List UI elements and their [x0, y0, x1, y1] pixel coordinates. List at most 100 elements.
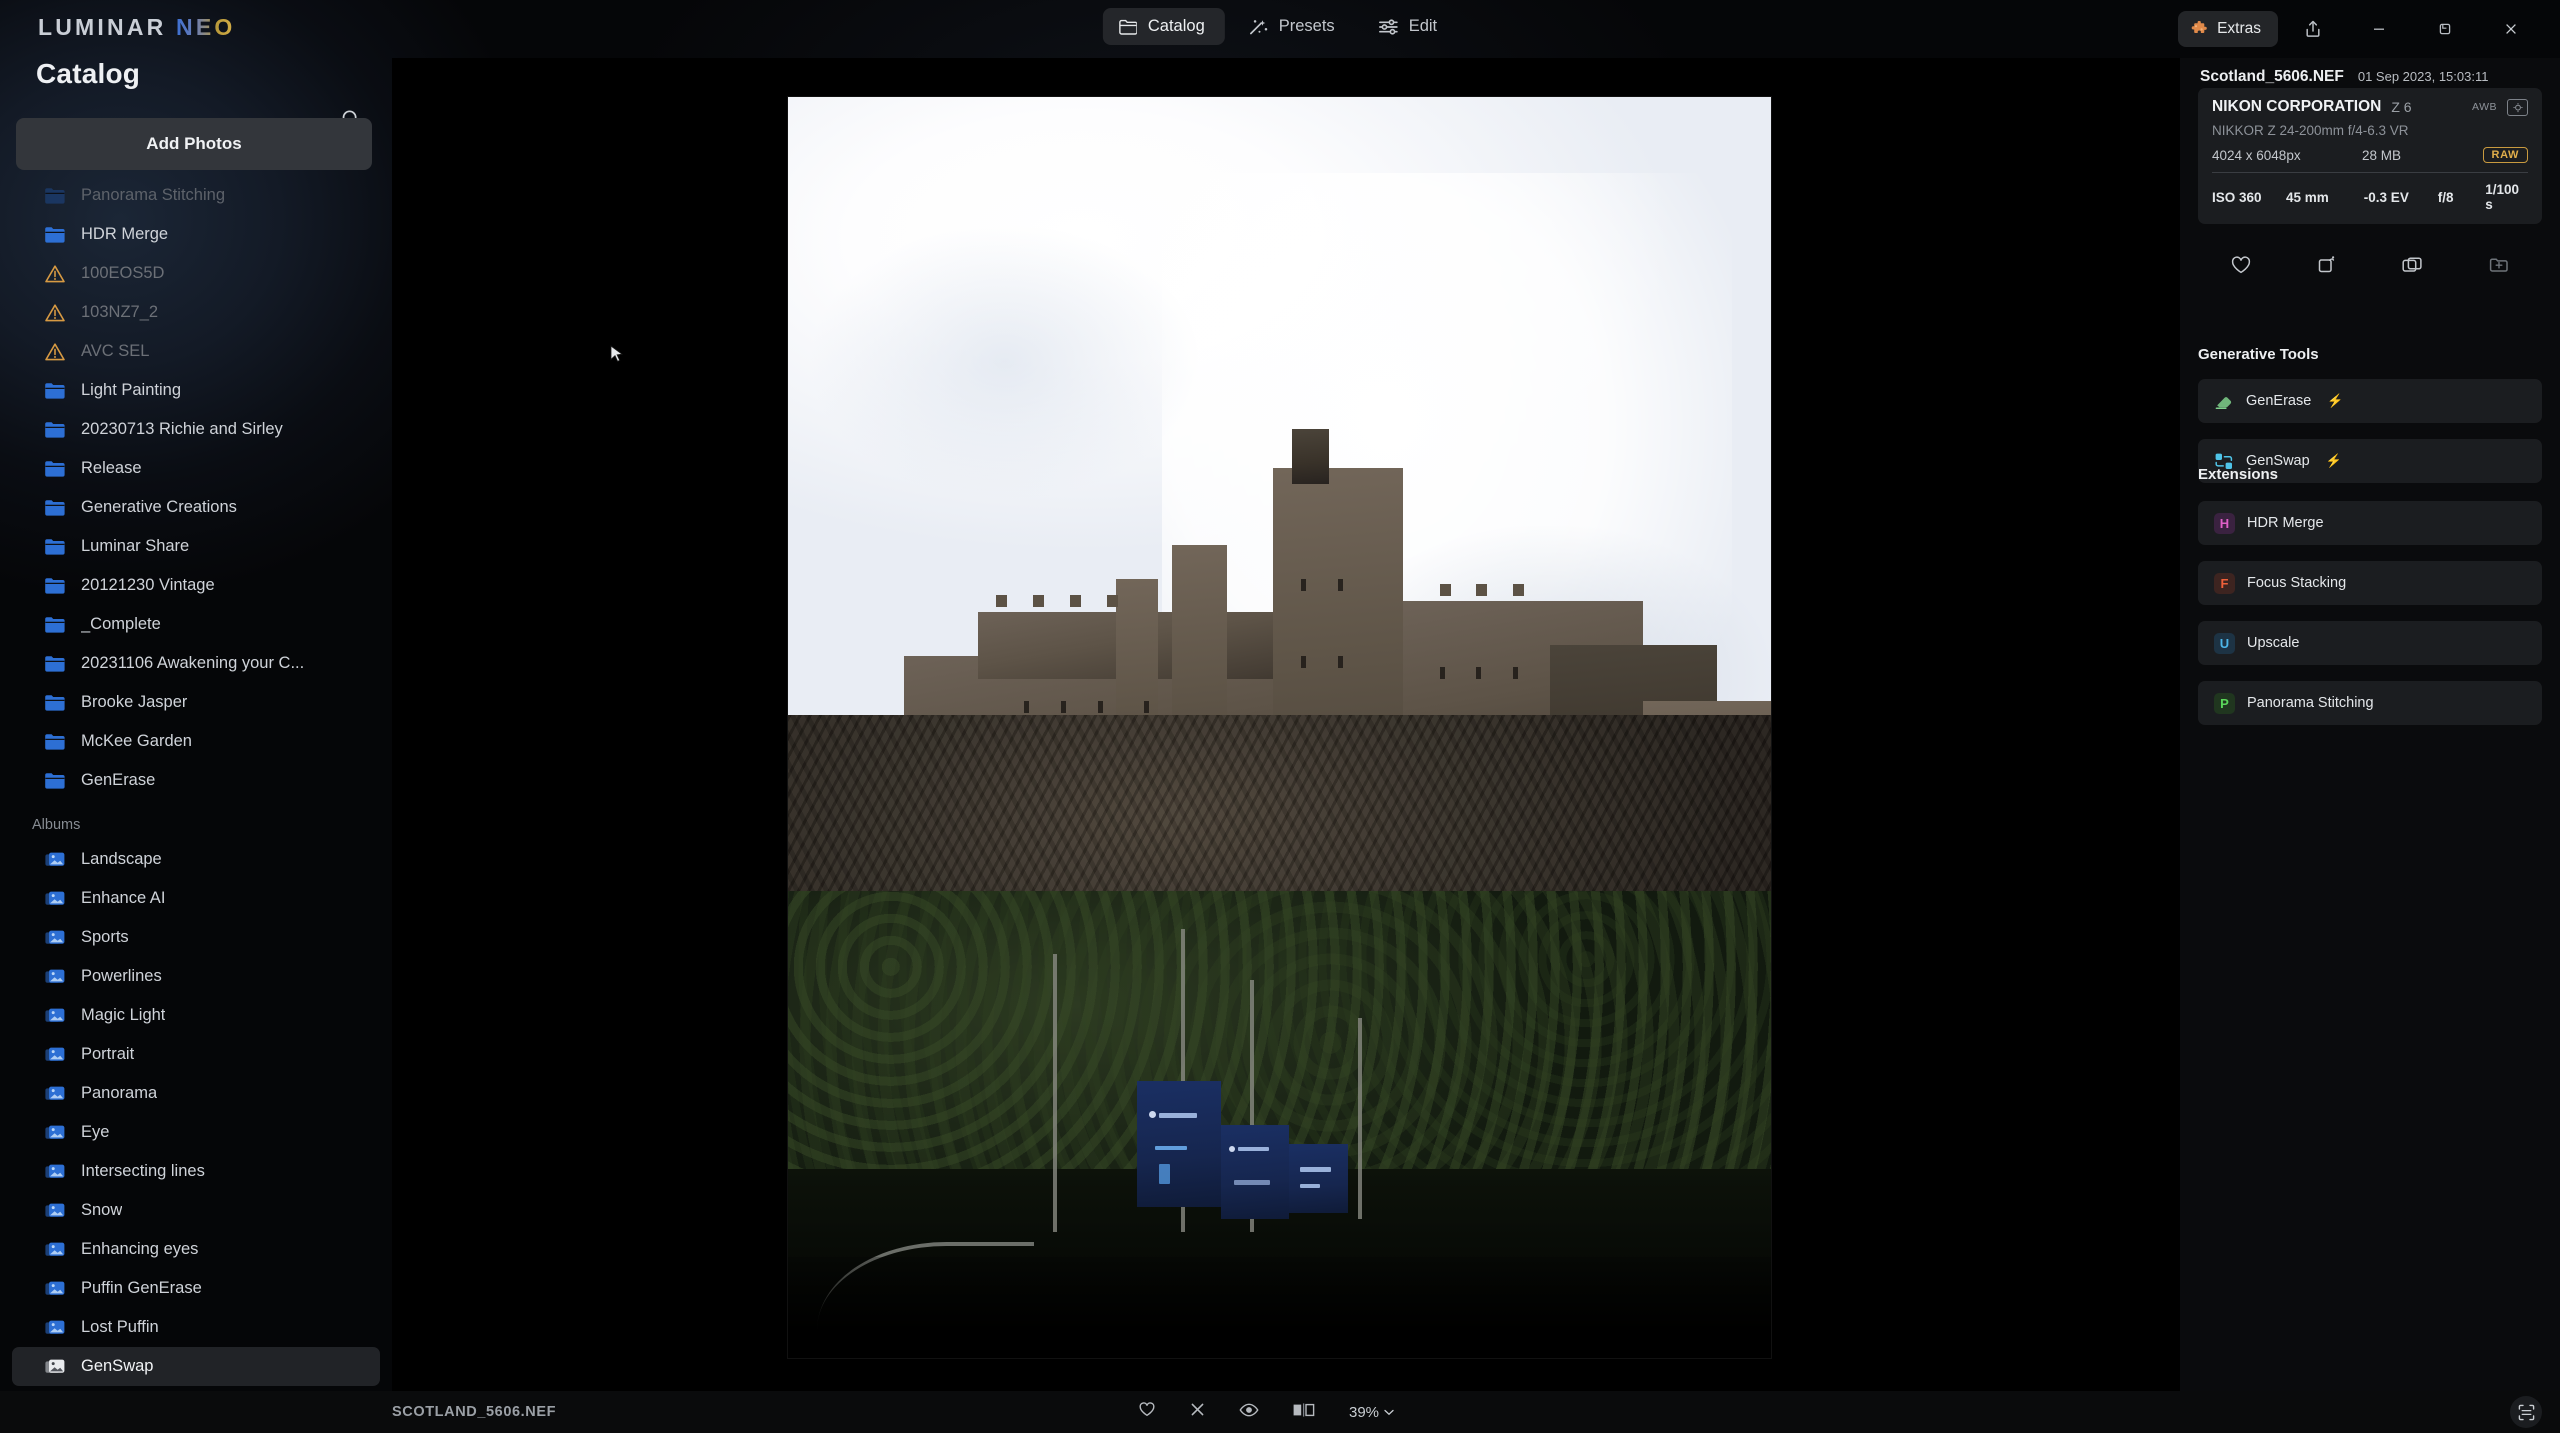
lens-model: NIKKOR Z 24-200mm f/4-6.3 VR — [2212, 123, 2409, 138]
album-item-12[interactable]: Lost Puffin — [0, 1308, 392, 1347]
minimize-icon — [2374, 28, 2384, 30]
album-item-9[interactable]: Snow — [0, 1191, 392, 1230]
folder-icon — [45, 499, 65, 516]
preview-toggle[interactable] — [1239, 1402, 1259, 1423]
album-icon — [45, 1320, 65, 1334]
compare-toggle[interactable] — [1292, 1402, 1316, 1423]
photo-canvas[interactable] — [392, 58, 2180, 1391]
folder-item-8[interactable]: Generative Creations — [0, 488, 392, 527]
extension-upscale[interactable]: U Upscale — [2198, 621, 2542, 665]
folder-item-9[interactable]: Luminar Share — [0, 527, 392, 566]
album-item-label: Landscape — [81, 850, 162, 868]
album-item-13[interactable]: GenSwap — [12, 1347, 380, 1386]
album-item-4[interactable]: Magic Light — [0, 996, 392, 1035]
album-item-11[interactable]: Puffin GenErase — [0, 1269, 392, 1308]
folder-item-2[interactable]: 100EOS5D — [0, 254, 392, 293]
folder-item-15[interactable]: GenErase — [0, 761, 392, 800]
album-item-label: Eye — [81, 1123, 110, 1141]
folder-item-1[interactable]: HDR Merge — [0, 215, 392, 254]
reject-action[interactable] — [2315, 254, 2337, 280]
extension-focus-stacking-label: Focus Stacking — [2247, 575, 2347, 591]
folder-icon — [1119, 19, 1137, 35]
album-item-2[interactable]: Sports — [0, 918, 392, 957]
album-item-label: Powerlines — [81, 967, 162, 985]
folder-item-label: _Complete — [81, 615, 161, 633]
photo-frame[interactable] — [788, 97, 1771, 1358]
folder-item-5[interactable]: Light Painting — [0, 371, 392, 410]
fit-to-screen-icon — [2518, 1404, 2534, 1420]
favorite-action[interactable] — [2230, 255, 2252, 280]
exposure-comp-value: -0.3 EV — [2363, 189, 2409, 205]
folder-item-12[interactable]: 20231106 Awakening your C... — [0, 644, 392, 683]
fit-to-screen-button[interactable] — [2510, 1396, 2542, 1428]
album-item-3[interactable]: Powerlines — [0, 957, 392, 996]
sliders-icon — [1378, 18, 1398, 35]
maximize-button[interactable] — [2414, 8, 2476, 50]
folder-item-7[interactable]: Release — [0, 449, 392, 488]
album-item-1[interactable]: Enhance AI — [0, 879, 392, 918]
folder-item-4[interactable]: AVC SEL — [0, 332, 392, 371]
folder-icon — [45, 616, 65, 633]
album-item-5[interactable]: Portrait — [0, 1035, 392, 1074]
photo-foreground-shadow — [788, 1257, 1771, 1358]
folder-item-label: Release — [81, 459, 142, 477]
duplicate-action[interactable] — [2400, 255, 2424, 280]
album-item-label: Intersecting lines — [81, 1162, 205, 1180]
add-photos-button[interactable]: Add Photos — [16, 118, 372, 170]
add-photos-label: Add Photos — [146, 134, 242, 153]
exif-card: NIKON CORPORATION Z 6 AWB NIKKOR Z 24-20… — [2198, 88, 2542, 224]
album-icon — [45, 852, 65, 866]
folder-icon — [45, 538, 65, 555]
reject-toggle[interactable] — [1189, 1401, 1206, 1423]
share-button[interactable] — [2282, 8, 2344, 50]
album-item-7[interactable]: Eye — [0, 1113, 392, 1152]
catalog-tree: Panorama Stitching HDR Merge 100EOS5D 103NZ… — [0, 176, 392, 1386]
folder-item-10[interactable]: 20121230 Vintage — [0, 566, 392, 605]
folder-item-0[interactable]: Panorama Stitching — [0, 176, 392, 215]
add-to-album-action[interactable] — [2487, 255, 2511, 280]
extension-focus-stacking[interactable]: F Focus Stacking — [2198, 561, 2542, 605]
album-item-8[interactable]: Intersecting lines — [0, 1152, 392, 1191]
folder-item-3[interactable]: 103NZ7_2 — [0, 293, 392, 332]
folder-item-label: Generative Creations — [81, 498, 237, 516]
folder-item-11[interactable]: _Complete — [0, 605, 392, 644]
zoom-control[interactable]: 39% — [1349, 1404, 1394, 1421]
album-item-10[interactable]: Enhancing eyes — [0, 1230, 392, 1269]
folder-item-label: Panorama Stitching — [81, 186, 225, 204]
album-item-0[interactable]: Landscape — [0, 840, 392, 879]
aperture-value: f/8 — [2437, 189, 2454, 205]
camera-make: NIKON CORPORATION — [2212, 98, 2382, 115]
album-icon — [45, 1086, 65, 1100]
window-controls-group: Extras — [2178, 8, 2542, 50]
hdr-merge-icon: H — [2214, 512, 2235, 534]
exif-divider — [2212, 172, 2528, 173]
album-icon — [45, 969, 65, 983]
close-button[interactable] — [2480, 8, 2542, 50]
extras-button[interactable]: Extras — [2178, 11, 2278, 47]
tab-catalog[interactable]: Catalog — [1102, 8, 1225, 45]
folder-item-label: GenErase — [81, 771, 156, 789]
folder-item-14[interactable]: McKee Garden — [0, 722, 392, 761]
catalog-sidebar: Catalog Add Photos Panorama Stitching HDR… — [0, 58, 392, 1391]
upscale-icon: U — [2214, 632, 2235, 654]
folder-item-13[interactable]: Brooke Jasper — [0, 683, 392, 722]
album-icon — [45, 1164, 65, 1178]
folder-item-6[interactable]: 20230713 Richie and Sirley — [0, 410, 392, 449]
tool-generase[interactable]: GenErase ⚡ — [2198, 379, 2542, 423]
focal-length-value: 45 mm — [2286, 189, 2329, 205]
favorite-toggle[interactable] — [1138, 1401, 1156, 1423]
album-item-label: GenSwap — [81, 1357, 154, 1375]
tab-edit[interactable]: Edit — [1363, 8, 1457, 45]
restore-icon — [2439, 23, 2451, 35]
album-item-label: Lost Puffin — [81, 1318, 159, 1336]
album-item-label: Sports — [81, 928, 129, 946]
camera-model: Z 6 — [2391, 99, 2412, 115]
minimize-button[interactable] — [2348, 8, 2410, 50]
photo-sign-mid — [1220, 1124, 1290, 1220]
tab-presets[interactable]: Presets — [1233, 8, 1355, 45]
extension-panorama-stitching[interactable]: P Panorama Stitching — [2198, 681, 2542, 725]
extension-hdr-merge[interactable]: H HDR Merge — [2198, 501, 2542, 545]
focus-stacking-icon: F — [2214, 572, 2235, 594]
file-name: Scotland_5606.NEF — [2200, 68, 2344, 85]
album-item-6[interactable]: Panorama — [0, 1074, 392, 1113]
